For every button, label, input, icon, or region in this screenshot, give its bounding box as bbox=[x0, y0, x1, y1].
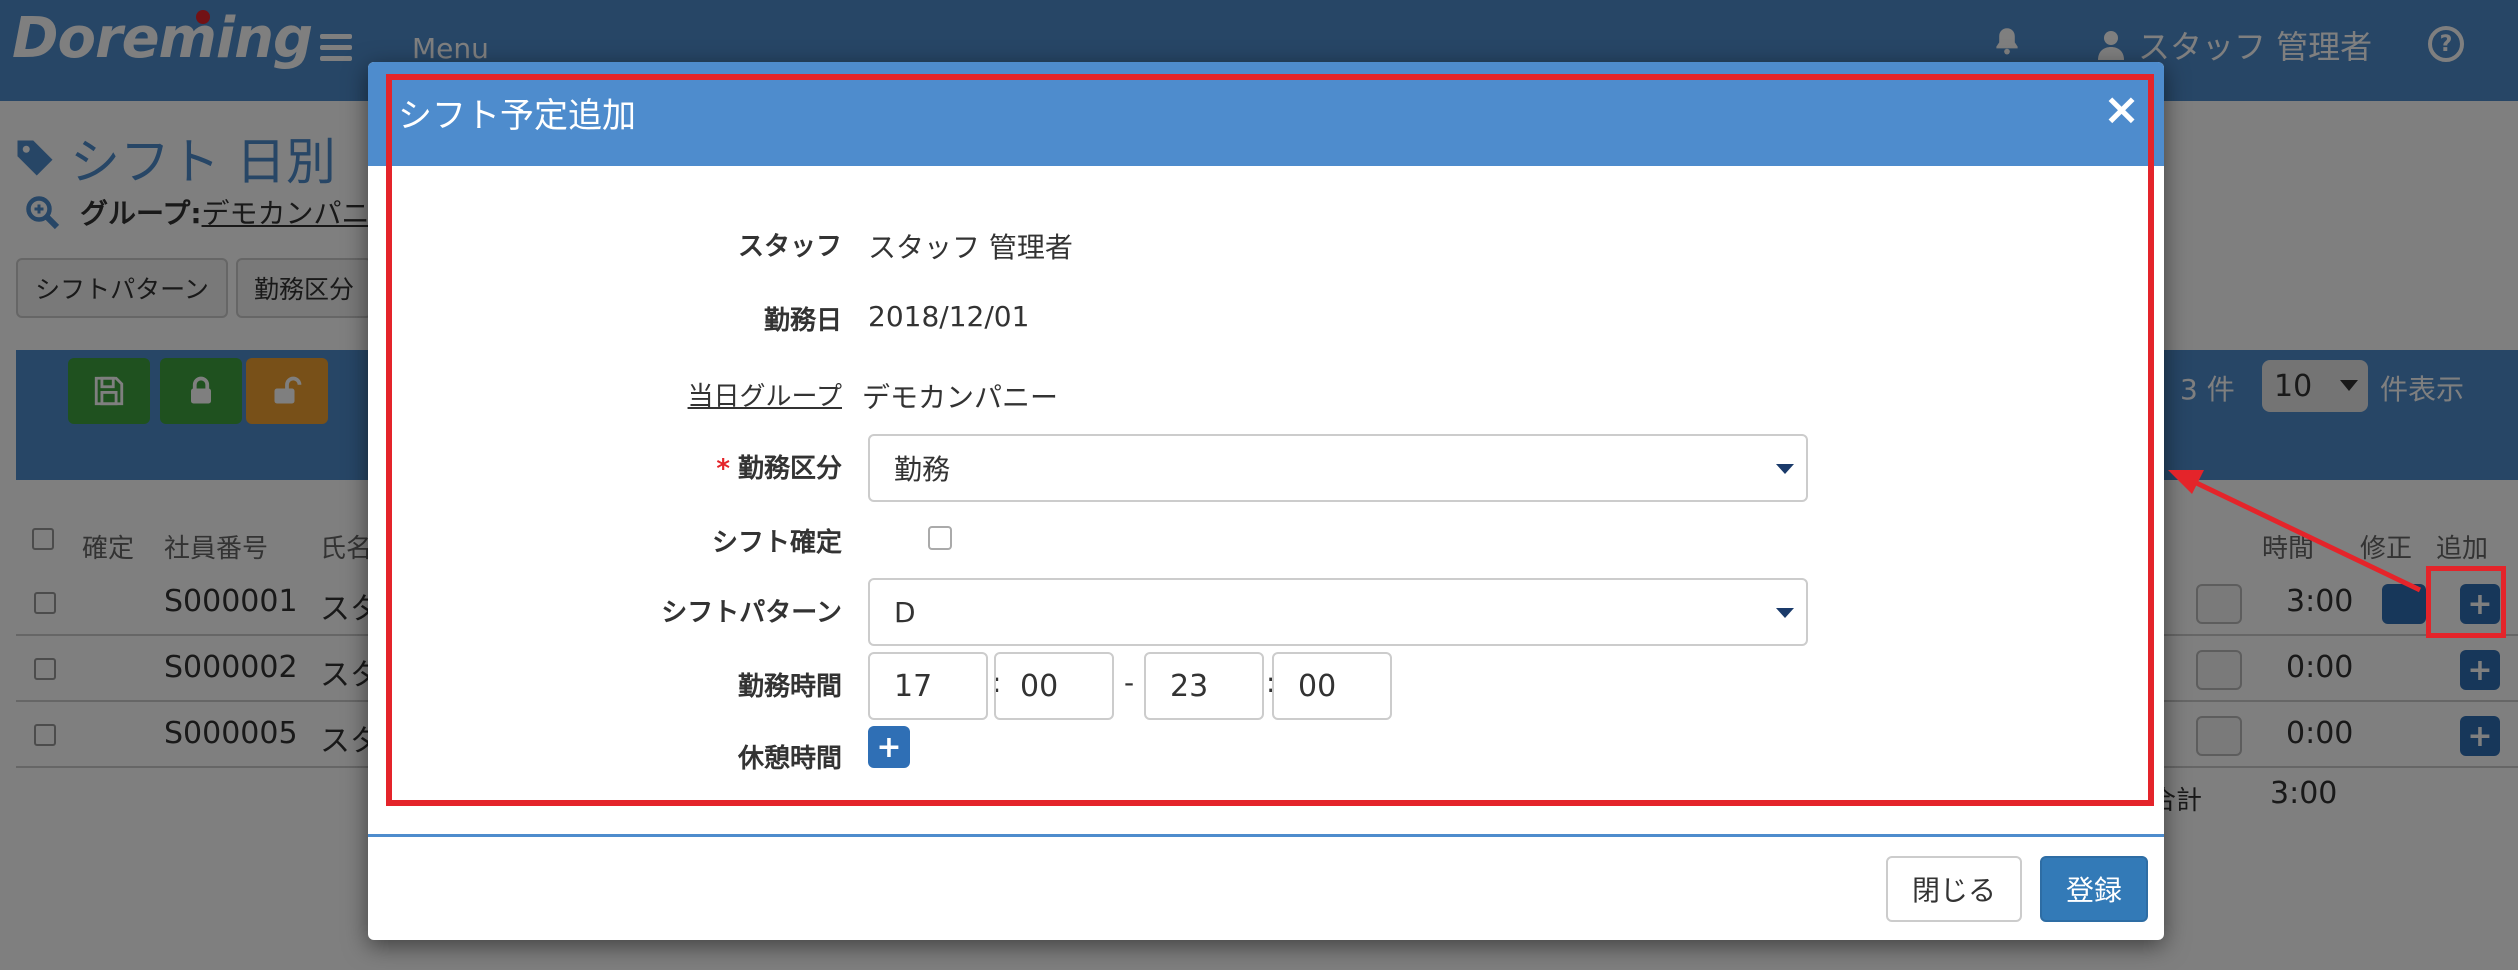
annotation-highlight-add bbox=[2426, 566, 2506, 638]
footer-divider bbox=[368, 834, 2164, 837]
submit-button[interactable]: 登録 bbox=[2040, 856, 2148, 922]
close-button[interactable]: 閉じる bbox=[1886, 856, 2022, 922]
annotation-highlight-form bbox=[386, 74, 2154, 806]
